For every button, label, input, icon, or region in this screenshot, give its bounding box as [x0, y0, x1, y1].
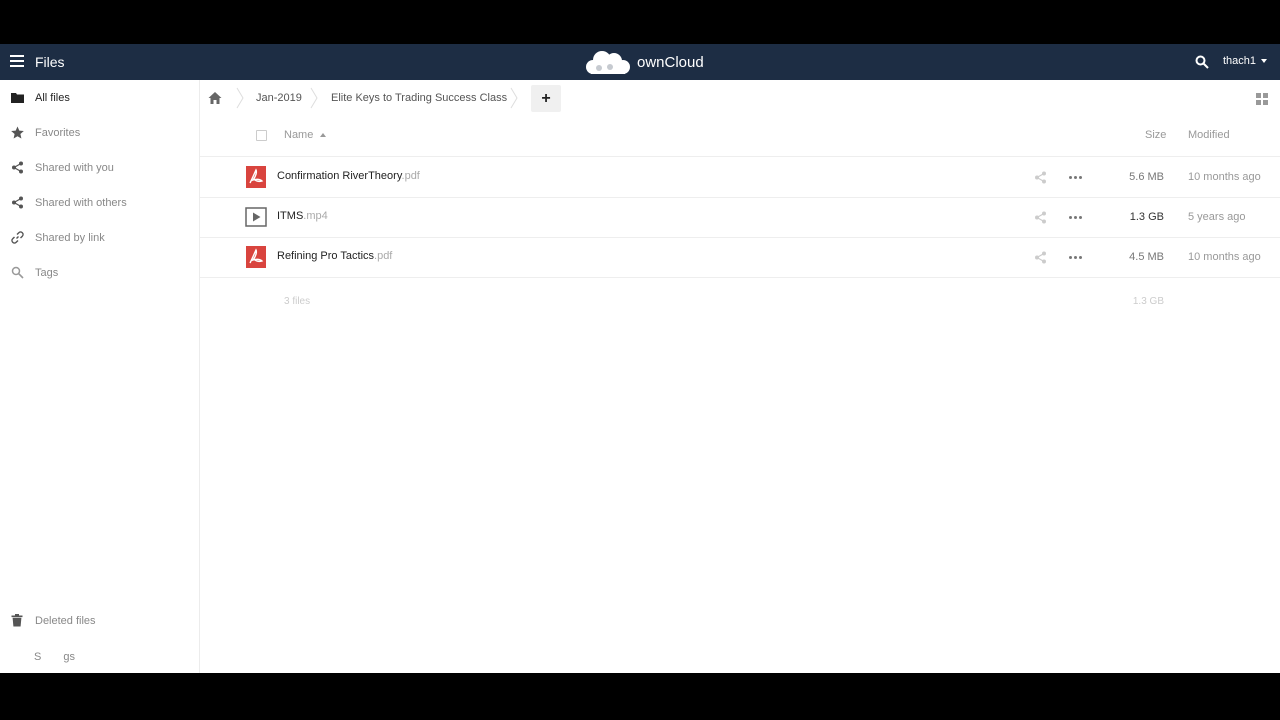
file-name[interactable]: Confirmation RiverTheory.pdf — [277, 170, 420, 182]
sidebar-item-label: Deleted files — [35, 615, 96, 627]
user-menu[interactable]: thach1 — [1223, 55, 1268, 67]
search-icon — [11, 266, 24, 279]
share-icon[interactable] — [1034, 211, 1047, 224]
file-size: 5.6 MB — [1129, 171, 1164, 183]
column-header-name[interactable]: Name — [284, 129, 327, 141]
more-actions-icon[interactable] — [1069, 211, 1082, 224]
sidebar: All files Favorites Shared with you Shar… — [0, 80, 200, 673]
column-header-size[interactable]: Size — [1145, 129, 1166, 141]
folder-icon — [11, 93, 24, 103]
pdf-file-icon — [246, 166, 266, 188]
app-title[interactable]: Files — [35, 54, 65, 70]
sidebar-item-shared-with-others[interactable]: Shared with others — [0, 185, 199, 220]
sidebar-item-favorites[interactable]: Favorites — [0, 115, 199, 150]
file-size: 1.3 GB — [1129, 211, 1164, 223]
sidebar-item-deleted-files[interactable]: Deleted files — [0, 611, 199, 631]
sidebar-item-label: Favorites — [35, 126, 81, 139]
pdf-file-icon — [246, 246, 266, 268]
file-modified: 10 months ago — [1188, 171, 1261, 183]
breadcrumb: Jan-2019 Elite Keys to Trading Success C… — [200, 80, 1280, 116]
column-header-name-label: Name — [284, 129, 314, 141]
share-icon — [12, 196, 23, 209]
share-icon[interactable] — [1034, 171, 1047, 184]
brand-logo: ownCloud — [583, 49, 704, 75]
video-file-icon — [245, 207, 267, 227]
sidebar-item-label: All files — [35, 91, 70, 104]
new-file-button[interactable]: + — [531, 85, 561, 112]
breadcrumb-separator-icon — [310, 87, 318, 109]
share-icon[interactable] — [1034, 251, 1047, 264]
column-header-modified[interactable]: Modified — [1188, 129, 1230, 141]
sidebar-item-tags[interactable]: Tags — [0, 255, 199, 290]
total-size: 1.3 GB — [1132, 296, 1164, 307]
file-list-summary: 3 files 1.3 GB — [200, 296, 1280, 316]
user-name: thach1 — [1223, 55, 1257, 67]
brand-name: ownCloud — [637, 53, 704, 71]
sidebar-item-label: Tags — [35, 266, 59, 279]
home-icon[interactable] — [208, 91, 222, 105]
file-size: 4.5 MB — [1129, 251, 1164, 263]
more-actions-icon[interactable] — [1069, 251, 1082, 264]
share-icon — [12, 161, 23, 174]
sidebar-item-label: Shared by link — [35, 231, 105, 244]
sidebar-item-all-files[interactable]: All files — [0, 80, 199, 115]
select-all-checkbox[interactable] — [256, 130, 267, 141]
file-modified: 5 years ago — [1188, 211, 1246, 223]
link-icon — [11, 231, 24, 244]
trash-icon — [11, 614, 23, 627]
app-window: Files ownCloud thach1 All files Favorite… — [0, 44, 1280, 673]
breadcrumb-item-current-folder[interactable]: Elite Keys to Trading Success Class — [331, 92, 507, 104]
sidebar-item-label: Shared with others — [35, 196, 127, 209]
table-row[interactable]: Confirmation RiverTheory.pdf 5.6 MB 10 m… — [200, 157, 1280, 198]
search-icon[interactable] — [1195, 55, 1209, 69]
cloud-logo-icon — [586, 51, 630, 74]
sort-ascending-icon — [320, 133, 327, 137]
settings-label-peek[interactable]: Sgs — [34, 651, 75, 663]
file-name[interactable]: Refining Pro Tactics.pdf — [277, 250, 392, 262]
file-list-header: Name Size Modified — [200, 118, 1280, 157]
breadcrumb-separator-icon — [510, 87, 518, 109]
hamburger-menu-icon[interactable] — [10, 55, 24, 69]
file-name[interactable]: ITMS.mp4 — [277, 210, 328, 222]
breadcrumb-item-jan-2019[interactable]: Jan-2019 — [256, 92, 302, 104]
sidebar-item-shared-by-link[interactable]: Shared by link — [0, 220, 199, 255]
table-row[interactable]: ITMS.mp4 1.3 GB 5 years ago — [200, 197, 1280, 238]
grid-view-icon[interactable] — [1256, 93, 1268, 105]
sidebar-item-shared-with-you[interactable]: Shared with you — [0, 150, 199, 185]
top-header: Files ownCloud thach1 — [0, 44, 1280, 80]
table-row[interactable]: Refining Pro Tactics.pdf 4.5 MB 10 month… — [200, 237, 1280, 278]
star-icon — [11, 126, 24, 139]
more-actions-icon[interactable] — [1069, 171, 1082, 184]
file-count: 3 files — [284, 296, 311, 307]
file-modified: 10 months ago — [1188, 251, 1261, 263]
sidebar-item-label: Shared with you — [35, 161, 114, 174]
chevron-down-icon — [1261, 59, 1268, 63]
breadcrumb-separator-icon — [236, 87, 244, 109]
